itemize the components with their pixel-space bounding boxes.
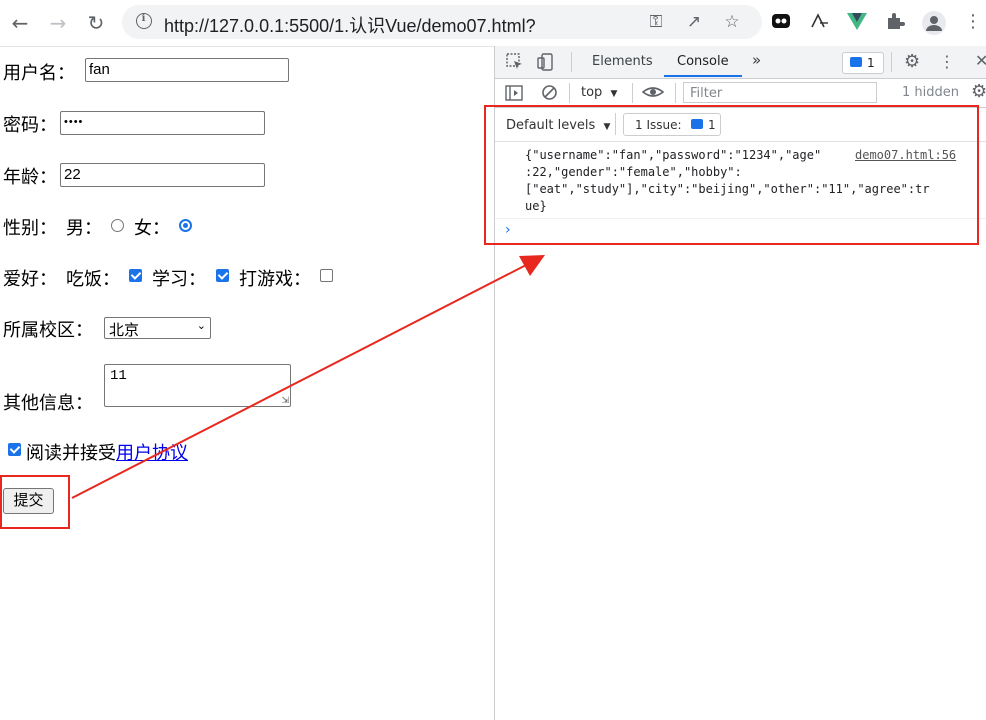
annotation-arrow xyxy=(71,255,545,499)
arrow-head xyxy=(519,255,545,276)
arrow-shaft xyxy=(71,261,533,499)
